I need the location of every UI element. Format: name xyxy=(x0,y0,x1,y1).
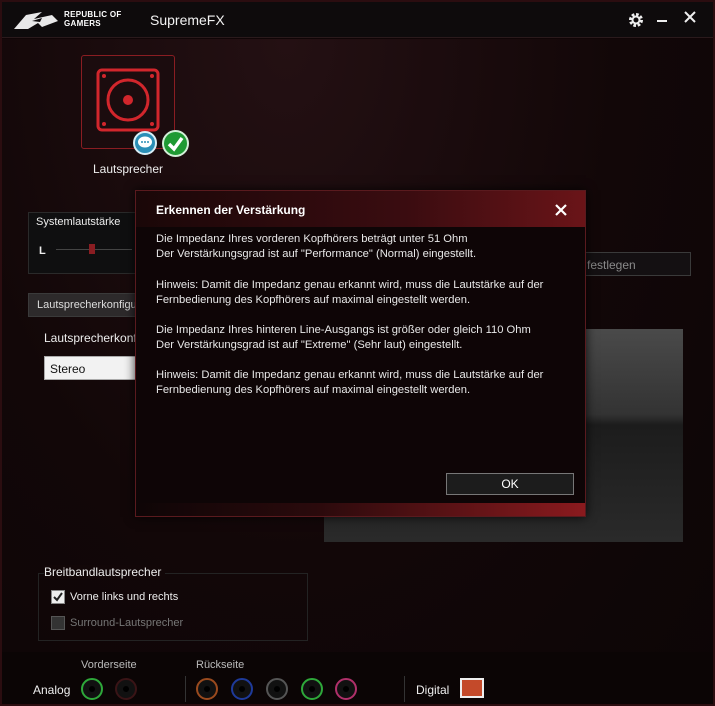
dialog-title: Erkennen der Verstärkung xyxy=(156,203,306,217)
digital-divider xyxy=(404,676,405,702)
broadband-speaker-panel xyxy=(38,573,308,641)
title-bar: REPUBLIC OF GAMERS SupremeFX xyxy=(2,2,713,38)
dialog-paragraph-front: Die Impedanz Ihres vorderen Kopfhörers b… xyxy=(156,233,477,260)
speaker-device-tile[interactable] xyxy=(81,55,175,149)
selected-value: Stereo xyxy=(50,362,86,376)
minimize-button[interactable] xyxy=(652,10,672,30)
close-window-button[interactable] xyxy=(680,10,700,30)
dialog-paragraph-hint-2: Hinweis: Damit die Impedanz genau erkann… xyxy=(156,369,544,396)
digital-output-icon[interactable] xyxy=(460,678,484,698)
checkbox-surround-speakers[interactable] xyxy=(51,616,65,630)
app-title: SupremeFX xyxy=(150,12,225,28)
rear-jacks-label: Rückseite xyxy=(196,659,245,671)
volume-left-label: L xyxy=(39,245,46,257)
rear-jack-pink[interactable] xyxy=(335,678,357,700)
logo-line-1: REPUBLIC OF xyxy=(64,10,122,19)
rog-wordmark: REPUBLIC OF GAMERS xyxy=(64,10,122,28)
logo-line-2: GAMERS xyxy=(64,19,101,28)
analog-label: Analog xyxy=(33,683,71,697)
speaker-config-select[interactable]: Stereo xyxy=(44,356,138,380)
set-default-button[interactable]: festlegen xyxy=(583,252,691,276)
settings-gear-icon[interactable] xyxy=(626,10,646,30)
tab-speaker-configuration[interactable]: Lautsprecherkonfiguration xyxy=(28,293,164,317)
checkbox-surround-speakers-label: Surround-Lautsprecher xyxy=(70,617,184,629)
rear-jack-green[interactable] xyxy=(301,678,323,700)
jack-divider xyxy=(185,676,186,702)
rear-jack-blue[interactable] xyxy=(231,678,253,700)
front-jack-dark[interactable] xyxy=(115,678,137,700)
set-default-label: festlegen xyxy=(587,258,636,272)
rear-jack-orange[interactable] xyxy=(196,678,218,700)
check-icon xyxy=(53,592,63,602)
broadband-speaker-title: Breitbandlautsprecher xyxy=(44,565,166,579)
dialog-paragraph-rear: Die Impedanz Ihres hinteren Line-Ausgang… xyxy=(156,324,531,351)
ok-button[interactable]: OK xyxy=(446,473,574,495)
dialog-close-icon[interactable] xyxy=(550,199,572,221)
front-jacks-label: Vorderseite xyxy=(81,659,137,671)
checkbox-front-left-right[interactable] xyxy=(51,590,65,604)
checkmark-icon xyxy=(162,130,189,157)
dialog-paragraph-hint-1: Hinweis: Damit die Impedanz genau erkann… xyxy=(156,279,544,306)
speaker-device-label: Lautsprecher xyxy=(92,162,164,176)
rear-jack-black[interactable] xyxy=(266,678,288,700)
volume-slider-thumb[interactable] xyxy=(89,244,95,254)
dialog-footer-accent xyxy=(136,503,585,516)
checkbox-front-left-right-label: Vorne links und rechts xyxy=(70,591,179,603)
gain-detection-dialog: Erkennen der Verstärkung Die Impedanz Ih… xyxy=(135,190,586,517)
speaker-icon xyxy=(96,68,160,132)
front-jack-green[interactable] xyxy=(81,678,103,700)
chat-bubble-icon xyxy=(133,131,157,155)
digital-label: Digital xyxy=(416,683,450,697)
speaker-config-label: Lautsprecherkonfiguration xyxy=(44,331,136,345)
app-window: REPUBLIC OF GAMERS SupremeFX Lautspreche… xyxy=(0,0,715,706)
system-volume-title: Systemlautstärke xyxy=(36,216,121,228)
